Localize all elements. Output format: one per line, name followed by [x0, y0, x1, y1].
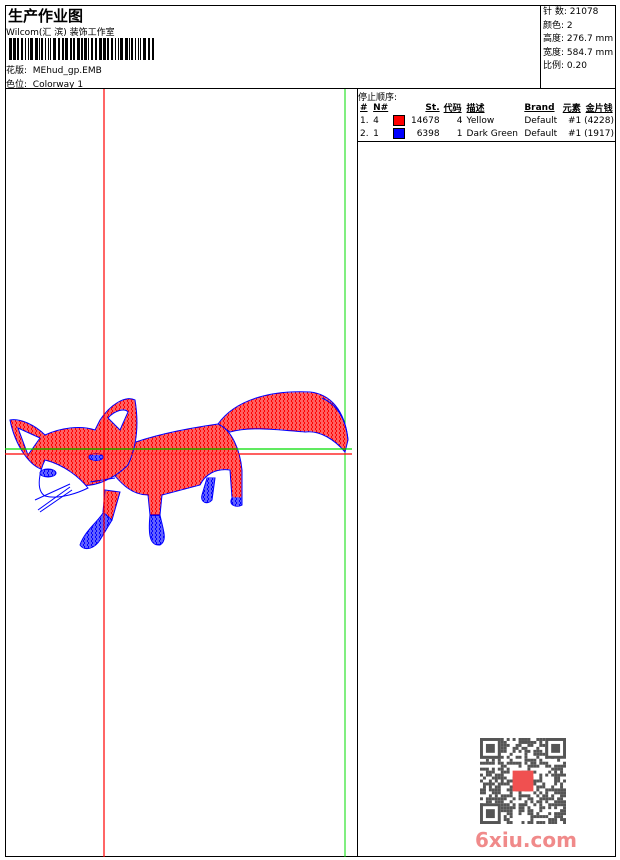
info-scale: 比例: 0.20: [543, 61, 587, 71]
design-label: 花版:: [6, 66, 28, 76]
design-file: 花版: MEhud_gp.EMB: [6, 63, 102, 76]
info-colors: 颜色: 2: [543, 20, 573, 31]
fox-design: [5, 89, 352, 857]
fox-eye-left: [39, 468, 57, 478]
color-swatch: [392, 115, 405, 126]
design-info: 针 数: 21078 颜色: 2 高度: 276.7 mm 宽度: 584.7 …: [540, 5, 616, 89]
page-title: 生产作业图: [8, 7, 84, 25]
production-worksheet: 生产作业图 Wilcom(汇 滨) 装饰工作室 花版: MEhud_gp.EMB…: [0, 0, 620, 860]
info-stitches: 针 数: 21078: [543, 7, 599, 17]
info-width: 宽度: 584.7 mm: [543, 47, 614, 58]
table-row: 1. 4 14678 4 Yellow Default #1 (4228): [360, 115, 614, 126]
design-file-name: MEhud_gp.EMB: [32, 66, 102, 76]
design-canvas: [5, 89, 358, 857]
fox-hind-leg-3: [230, 497, 243, 507]
fox-hind-leg-2: [201, 477, 216, 504]
qr-code: [480, 738, 566, 824]
fox-tail: [217, 391, 349, 454]
watermark-logo: 6xiu.com: [475, 828, 577, 852]
stop-sequence-table: # N# St. 代码 描述 Brand 元素 金片钱 1. 4 14678 4 Yello…: [358, 101, 616, 140]
company-name: Wilcom(汇 滨) 装饰工作室: [6, 28, 115, 38]
fox-hind-leg-1: [148, 514, 165, 546]
table-row: 2. 1 6398 1 Dark Green Default #1 (1917): [360, 128, 614, 139]
color-swatch: [392, 128, 405, 139]
barcode: [9, 38, 154, 60]
info-height: 高度: 276.7 mm: [543, 34, 614, 44]
divider: [358, 141, 616, 142]
table-header: # N# St. 代码 描述 Brand 元素 金片钱: [360, 102, 613, 115]
header: 生产作业图 Wilcom(汇 滨) 装饰工作室 花版: MEhud_gp.EMB…: [5, 5, 541, 90]
